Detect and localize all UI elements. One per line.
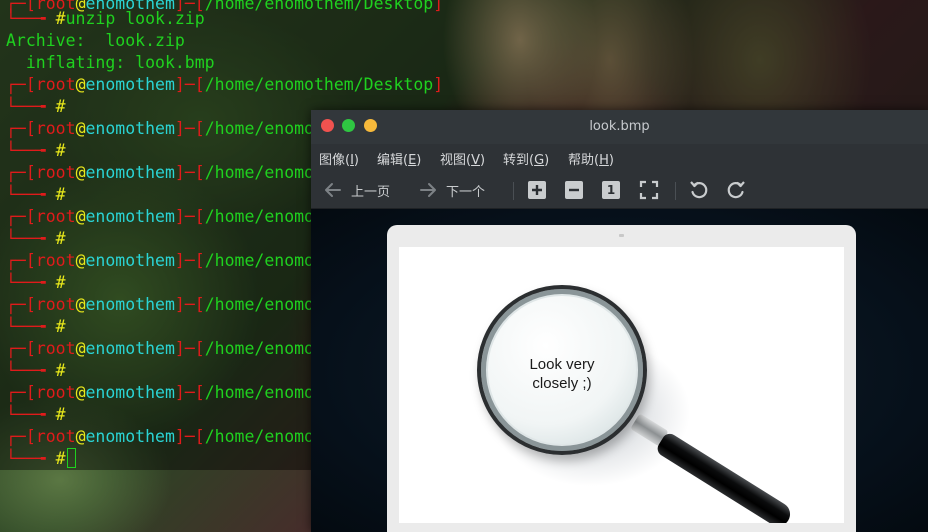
prompt-at: @ <box>75 295 86 314</box>
menu-view[interactable]: 视图(V) <box>440 149 485 168</box>
terminal-output-line: inflating: look.bmp <box>6 53 215 72</box>
toolbar-separator <box>513 182 514 200</box>
zoom-in-icon <box>528 181 546 199</box>
prompt-hash: # <box>55 317 66 336</box>
rotate-left-button[interactable] <box>688 178 710 202</box>
displayed-image: Look very closely ;) <box>399 247 844 523</box>
prompt-user: root <box>35 427 76 446</box>
prompt-host: enomothem <box>85 427 175 446</box>
arrow-left-icon <box>323 180 343 200</box>
terminal-input-line: └──╼ # <box>6 317 66 336</box>
prompt-user: root <box>35 295 76 314</box>
image-viewer-window[interactable]: look.bmp 图像(I) 编辑(E) 视图(V) 转到(G) 帮助(H) 上… <box>311 110 928 532</box>
prompt-host: enomothem <box>85 383 175 402</box>
terminal-input-line: └──╼ # <box>6 448 76 470</box>
arrow-right-icon <box>418 180 438 200</box>
prompt-host: enomothem <box>85 119 175 138</box>
zoom-in-button[interactable] <box>528 178 546 202</box>
prompt-at: @ <box>75 119 86 138</box>
next-button[interactable]: 下一个 <box>418 178 485 202</box>
prompt-at: @ <box>75 427 86 446</box>
prompt-hash: # <box>55 405 66 424</box>
zoom-out-icon <box>565 181 583 199</box>
terminal-input-line: └──╼ # <box>6 273 66 292</box>
prompt-user: root <box>35 383 76 402</box>
prompt-hash: # <box>55 9 66 28</box>
image-frame: Look very closely ;) <box>387 225 856 532</box>
terminal-input-line: └──╼ # <box>6 405 66 424</box>
prompt-host: enomothem <box>85 295 175 314</box>
terminal-input-line: └──╼ # <box>6 361 66 380</box>
lens-text-line: closely ;) <box>532 375 592 392</box>
prompt-hash: # <box>55 273 66 292</box>
frame-camera-dot <box>619 234 624 237</box>
terminal-command-line: └──╼ #unzip look.zip <box>6 9 205 28</box>
terminal-output-line: Archive: look.zip <box>6 31 185 50</box>
rotate-left-icon <box>688 179 710 201</box>
previous-label: 上一页 <box>351 184 391 200</box>
terminal-cursor[interactable] <box>66 448 76 468</box>
lens-text: Look very closely ;) <box>481 355 643 393</box>
terminal-input-line: └──╼ # <box>6 185 66 204</box>
prompt-user: root <box>35 163 76 182</box>
prompt-hash: # <box>55 361 66 380</box>
zoom-out-button[interactable] <box>565 178 583 202</box>
prompt-hash: # <box>55 141 66 160</box>
original-size-icon: 1 <box>602 181 620 199</box>
prompt-at: @ <box>75 383 86 402</box>
terminal-command: unzip look.zip <box>65 9 205 28</box>
previous-button[interactable]: 上一页 <box>323 178 390 202</box>
prompt-path: /home/enomothem/Desktop <box>204 75 434 94</box>
prompt-host: enomothem <box>85 339 175 358</box>
fit-to-window-button[interactable] <box>639 178 659 202</box>
prompt-hash: # <box>55 449 66 468</box>
menu-image[interactable]: 图像(I) <box>319 149 359 168</box>
prompt-at: @ <box>75 163 86 182</box>
viewer-titlebar[interactable]: look.bmp <box>311 110 928 144</box>
viewer-toolbar: 上一页 下一个 1 <box>311 172 928 209</box>
prompt-user: root <box>35 339 76 358</box>
image-canvas[interactable]: Look very closely ;) <box>311 209 928 532</box>
magnifying-glass-lens: Look very closely ;) <box>477 285 647 455</box>
toolbar-separator <box>675 182 676 200</box>
prompt-at: @ <box>75 251 86 270</box>
prompt-host: enomothem <box>85 75 175 94</box>
terminal-input-line: └──╼ # <box>6 229 66 248</box>
prompt-host: enomothem <box>85 207 175 226</box>
fit-to-window-icon <box>639 180 659 200</box>
prompt-host: enomothem <box>85 163 175 182</box>
prompt-user: root <box>35 75 76 94</box>
terminal-input-line: └──╼ # <box>6 141 66 160</box>
menu-goto[interactable]: 转到(G) <box>503 149 549 168</box>
menu-edit[interactable]: 编辑(E) <box>377 149 421 168</box>
prompt-hash: # <box>55 97 66 116</box>
rotate-right-button[interactable] <box>725 178 747 202</box>
rotate-right-icon <box>725 179 747 201</box>
next-label: 下一个 <box>446 184 486 200</box>
prompt-hash: # <box>55 185 66 204</box>
prompt-at: @ <box>75 75 86 94</box>
prompt-at: @ <box>75 339 86 358</box>
window-title: look.bmp <box>589 119 650 134</box>
prompt-hash: # <box>55 229 66 248</box>
prompt-user: root <box>35 119 76 138</box>
prompt-at: @ <box>75 207 86 226</box>
lens-text-line: Look very <box>529 356 595 373</box>
original-size-button[interactable]: 1 <box>602 178 620 202</box>
prompt-user: root <box>35 207 76 226</box>
terminal-input-line: └──╼ # <box>6 97 66 116</box>
prompt-path: /home/enomothem/Desktop <box>204 0 434 13</box>
menu-help[interactable]: 帮助(H) <box>568 149 614 168</box>
prompt-user: root <box>35 251 76 270</box>
terminal-prompt-line: ┌─[root@enomothem]─[/home/enomothem/Desk… <box>6 75 444 94</box>
viewer-menubar: 图像(I) 编辑(E) 视图(V) 转到(G) 帮助(H) <box>311 144 928 172</box>
prompt-host: enomothem <box>85 251 175 270</box>
original-size-text: 1 <box>606 183 616 197</box>
